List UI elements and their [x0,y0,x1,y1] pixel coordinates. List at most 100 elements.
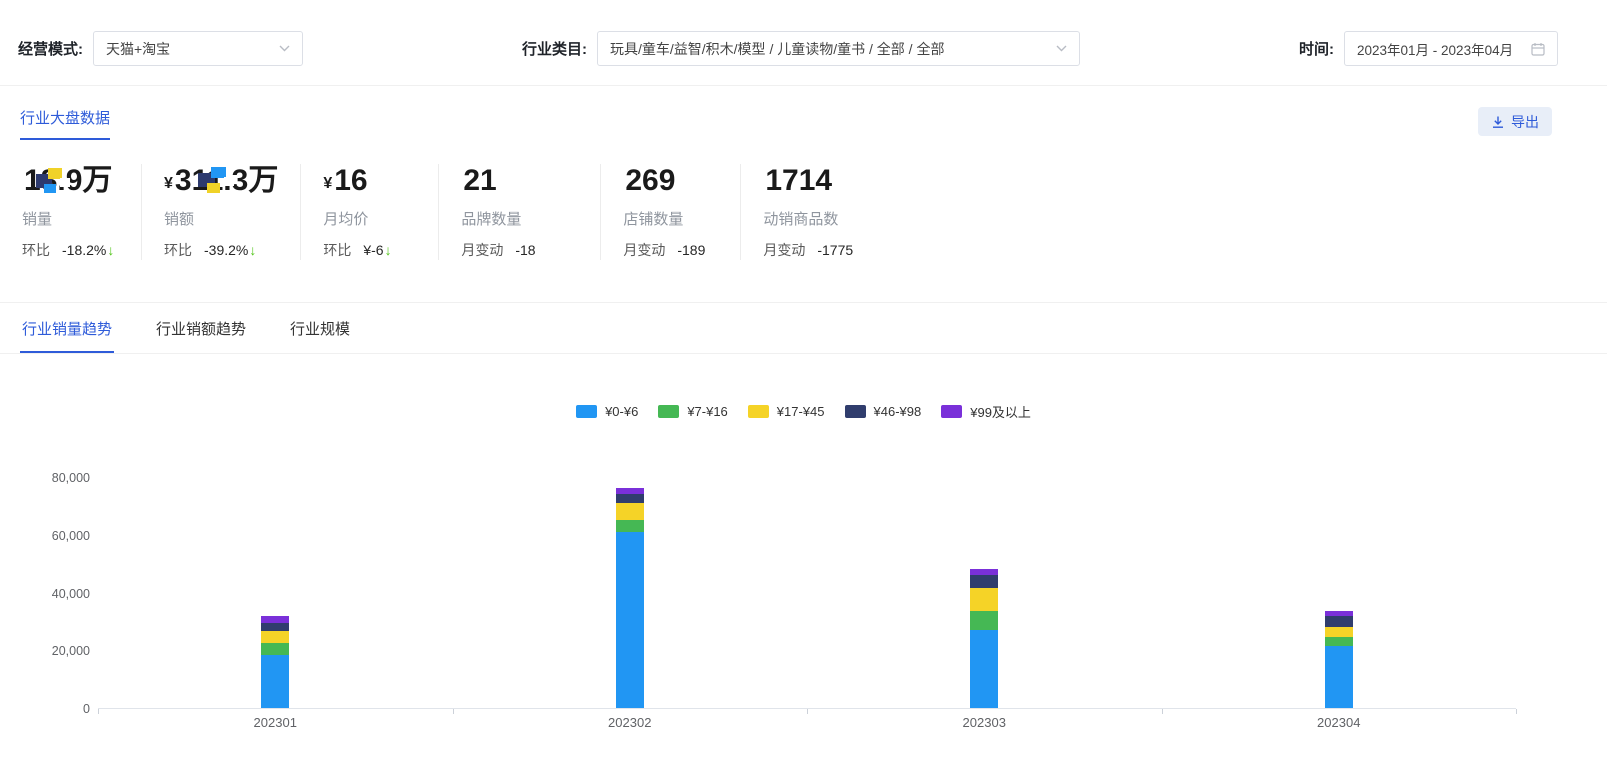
bar-segment[interactable] [970,588,999,612]
kpi-label: 月均价 [323,211,369,228]
bar-segment[interactable] [1324,637,1353,646]
time-field: 时间: 2023年01月 - 2023年04月 [1299,31,1558,66]
kpi-sub-value: -1775 [817,242,854,258]
legend-label: ¥17-¥45 [776,404,825,419]
legend-item[interactable]: ¥0-¥6 [576,404,638,419]
kpi-sub-label: 环比 [323,242,352,258]
kpi-sub-label: 月变动 [763,242,806,258]
kpi-label: 销量 [22,211,53,228]
bar-segment[interactable] [970,630,999,708]
x-axis-label: 202303 [962,715,1006,730]
kpi-sub-label: 月变动 [623,242,666,258]
kpi-value: 269 [623,164,718,201]
kpi-brand-count: 21 品牌数量 月变动 -18 [461,164,602,260]
tab-industry-overview[interactable]: 行业大盘数据 [20,107,111,140]
tab-sales-amount-trend[interactable]: 行业销额趋势 [154,303,248,353]
tab-industry-scale[interactable]: 行业规模 [288,303,352,353]
bar-segment[interactable] [615,503,644,521]
kpi-value: 21 [461,164,578,201]
date-range-picker[interactable]: 2023年01月 - 2023年04月 [1344,31,1558,66]
kpi-sub: 环比 ¥-6↓ [323,240,416,260]
kpi-number: 269 [625,164,676,197]
tab-sales-volume-trend[interactable]: 行业销量趋势 [20,303,115,353]
kpi-number: 16 [334,164,368,197]
x-axis-label: 202304 [1317,715,1361,730]
kpi-value: ¥311.3万 [164,164,278,201]
legend-label: ¥7-¥16 [687,404,728,419]
legend-swatch [844,405,866,418]
kpi-label: 店铺数量 [623,211,684,228]
kpi-number: 18.9万 [24,164,113,197]
y-axis-label: 60,000 [51,528,90,543]
x-axis-label: 202301 [253,715,297,730]
kpi-sub-value: -18 [515,242,536,258]
bar-segment[interactable] [970,575,999,589]
axis-tick [98,709,99,714]
export-button[interactable]: 导出 [1478,107,1552,136]
time-label: 时间: [1299,41,1334,58]
bar-segment[interactable] [261,631,290,644]
category-select[interactable]: 玩具/童车/益智/积木/模型 / 儿童读物/童书 / 全部 / 全部 [597,31,1080,66]
overview-header: 行业大盘数据 导出 [0,86,1607,140]
bar-segment[interactable] [261,643,290,655]
legend-item[interactable]: ¥17-¥45 [747,404,825,419]
category-select-value: 玩具/童车/益智/积木/模型 / 儿童读物/童书 / 全部 / 全部 [610,40,945,57]
bar-segment[interactable] [615,520,644,532]
download-icon [1493,116,1503,128]
chevron-down-icon [1056,45,1067,52]
kpi-label: 销额 [164,211,195,228]
bar-segment[interactable] [261,654,290,708]
y-axis-label: 40,000 [51,586,90,601]
kpi-avg-price: ¥16 月均价 环比 ¥-6↓ [323,164,440,260]
bar-segment[interactable] [615,487,644,495]
sales-volume-chart: ¥0-¥6 ¥7-¥16 ¥17-¥45 ¥46-¥98 ¥99及以上 0 20,000 4… [0,354,1607,768]
bar-segment[interactable] [970,611,999,631]
kpi-sub-label: 环比 [22,242,50,258]
date-range-value: 2023年01月 - 2023年04月 [1357,42,1514,58]
legend-item[interactable]: ¥46-¥98 [844,404,922,419]
kpi-sub-value: -189 [677,242,706,258]
bar-segment[interactable] [1324,627,1353,638]
down-arrow-icon: ↓ [107,242,115,258]
kpi-sub: 月变动 -18 [461,240,578,260]
down-arrow-icon: ↓ [384,242,392,258]
legend-swatch [747,405,769,418]
trend-tabs: 行业销量趋势 行业销额趋势 行业规模 [0,303,1607,354]
bar-segment[interactable] [1324,611,1353,617]
kpi-currency: ¥ [164,175,173,192]
mode-field: 经营模式: 天猫+淘宝 [18,31,303,66]
filter-bar: 经营模式: 天猫+淘宝 行业类目: 玩具/童车/益智/积木/模型 / 儿童读物/… [0,0,1607,66]
kpi-sub-value: -18.2% [62,242,107,258]
kpi-label: 动销商品数 [763,211,839,228]
kpi-number: 21 [463,164,497,197]
legend-label: ¥46-¥98 [873,404,922,419]
export-button-label: 导出 [1511,113,1539,130]
kpi-sub-label: 月变动 [461,242,504,258]
axis-tick [452,709,454,714]
kpi-sales-amount: ¥311.3万 销额 环比 -39.2%↓ [164,164,302,260]
kpi-value: 1714 [763,164,901,201]
legend-swatch [576,405,598,418]
bar-segment[interactable] [615,494,644,503]
mode-select-value: 天猫+淘宝 [106,40,171,57]
legend-swatch [941,405,963,418]
kpi-number: 311.3万 [174,164,279,197]
bar-segment[interactable] [1324,645,1353,708]
legend-label: ¥99及以上 [970,405,1031,420]
axis-tick [1516,709,1517,714]
legend-item[interactable]: ¥99及以上 [941,402,1031,421]
kpi-active-products: 1714 动销商品数 月变动 -1775 [763,164,923,260]
category-label: 行业类目: [522,41,587,58]
bar-segment[interactable] [261,615,290,623]
bar-segment[interactable] [615,531,644,708]
kpi-shop-count: 269 店铺数量 月变动 -189 [623,164,742,260]
chart-legend: ¥0-¥6 ¥7-¥16 ¥17-¥45 ¥46-¥98 ¥99及以上 [0,402,1607,421]
mode-select[interactable]: 天猫+淘宝 [93,31,303,66]
legend-item[interactable]: ¥7-¥16 [658,404,728,419]
x-axis-label: 202302 [608,715,652,730]
y-axis-label: 20,000 [51,644,90,659]
bar-segment[interactable] [261,622,290,632]
bar-segment[interactable] [1324,616,1353,628]
kpi-label: 品牌数量 [461,211,522,228]
bar-segment[interactable] [970,569,999,576]
